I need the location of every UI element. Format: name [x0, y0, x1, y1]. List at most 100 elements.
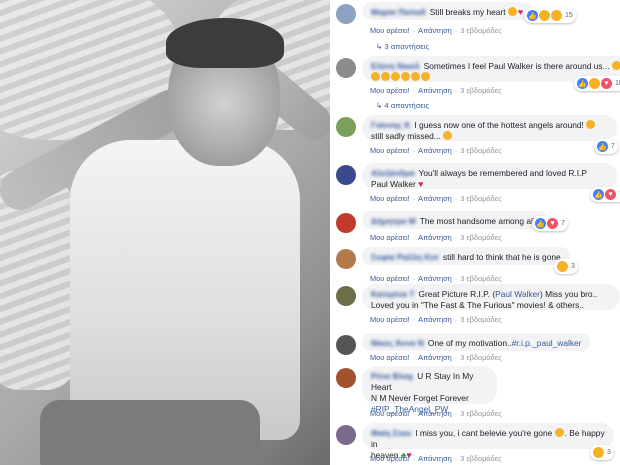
reactions-badge[interactable]: 👍♥7	[532, 216, 568, 231]
reply-link[interactable]: Απάντηση	[418, 86, 452, 95]
like-link[interactable]: Μου αρέσει!	[370, 315, 410, 324]
comment-bubble: Μαρία Παπαδ Still breaks my heart ♥	[362, 2, 533, 20]
comment-author[interactable]: Σοφία Ραλλη Κοτ	[371, 252, 439, 262]
comment-actions: Μου αρέσει! · Απάντηση · 3 εβδομάδες	[370, 454, 502, 463]
reactions-badge[interactable]: 3	[590, 445, 614, 460]
like-reaction-icon: 👍	[577, 78, 588, 89]
reply-link[interactable]: Απάντηση	[418, 454, 452, 463]
like-link[interactable]: Μου αρέσει!	[370, 146, 410, 155]
view-replies-link[interactable]: ↳ 3 απαντήσεις	[376, 42, 429, 51]
reaction-count: 3	[571, 263, 575, 270]
comment-time[interactable]: 3 εβδομάδες	[460, 409, 501, 418]
avatar[interactable]	[336, 165, 356, 185]
mention-link[interactable]: Paul Walker	[495, 289, 540, 299]
comment-text: The most handsome among all !	[419, 216, 540, 226]
comment-author[interactable]: Νίκος Άννα Ν	[371, 338, 424, 348]
comment-bubble: Φαίη Σταυ I miss you, i cant belevie you'…	[362, 423, 614, 460]
comment-text: I guess now one of the hottest angels ar…	[414, 120, 584, 130]
avatar[interactable]	[336, 249, 356, 269]
reply-link[interactable]: Απάντηση	[418, 146, 452, 155]
comments-panel: Μαρία Παπαδ Still breaks my heart ♥ 👍 15 …	[330, 0, 620, 465]
heart-emoji-icon: ♥	[418, 179, 424, 189]
post-photo[interactable]	[0, 0, 330, 465]
avatar[interactable]	[336, 335, 356, 355]
like-link[interactable]: Μου αρέσει!	[370, 353, 410, 362]
comment-author[interactable]: Γιάννης Κ	[371, 120, 410, 130]
comment-text-line2: still sadly missed...	[371, 131, 441, 141]
white-tshirt	[70, 140, 300, 440]
reactions-badge[interactable]: 👍 15	[524, 8, 576, 23]
comment-time[interactable]: 3 εβδομάδες	[460, 353, 501, 362]
comment-author[interactable]: Δήμητρα Μ	[371, 216, 416, 226]
reaction-count: 3	[607, 449, 611, 456]
reply-link[interactable]: Απάντηση	[418, 315, 452, 324]
comment-bubble: Δήμητρα Μ The most handsome among all !	[362, 211, 549, 229]
reply-link[interactable]: Απάντηση	[418, 353, 452, 362]
reply-link[interactable]: Απάντηση	[418, 26, 452, 35]
sad-reaction-icon	[557, 261, 568, 272]
avatar[interactable]	[336, 368, 356, 388]
comment-author[interactable]: Μαρία Παπαδ	[371, 7, 426, 17]
comment-text: You'll always be remembered and loved R.…	[418, 168, 587, 178]
reactions-badge[interactable]: 3	[554, 259, 578, 274]
love-reaction-icon: ♥	[601, 78, 612, 89]
like-link[interactable]: Μου αρέσει!	[370, 409, 410, 418]
view-replies-link[interactable]: ↳ 4 απαντήσεις	[376, 101, 429, 110]
reply-link[interactable]: Απάντηση	[418, 194, 452, 203]
hashtag-link[interactable]: #r.i.p._paul_walker	[512, 338, 582, 348]
sad-emoji-icon	[507, 7, 517, 16]
comment-text-suffix: ) Miss you bro..	[539, 289, 598, 299]
reaction-count: 7	[561, 220, 565, 227]
avatar[interactable]	[336, 117, 356, 137]
haha-reaction-icon	[551, 10, 562, 21]
comment-bubble: Ρένα Βλαχ U R Stay In My Heart N M Never …	[362, 366, 497, 414]
comment-author[interactable]: Αλεξάνδρα	[371, 168, 415, 178]
comment-bubble: Σοφία Ραλλη Κοτ still hard to think that …	[362, 247, 570, 265]
comment-author[interactable]: Κατερίνα Τ	[371, 289, 414, 299]
comment-time[interactable]: 3 εβδομάδες	[460, 194, 501, 203]
reactions-badge[interactable]: 👍 ♥ 18	[574, 76, 620, 91]
comment-text-line2: Loved you in "The Fast & The Furious" mo…	[371, 300, 584, 310]
comment-time[interactable]: 3 εβδομάδες	[460, 26, 501, 35]
reply-link[interactable]: Απάντηση	[418, 409, 452, 418]
avatar[interactable]	[336, 58, 356, 78]
reply-link[interactable]: Απάντηση	[418, 274, 452, 283]
reply-link[interactable]: Απάντηση	[418, 233, 452, 242]
comment-text: One of my motivation..	[427, 338, 512, 348]
love-reaction-icon: ♥	[547, 218, 558, 229]
comment-time[interactable]: 3 εβδομάδες	[460, 233, 501, 242]
like-link[interactable]: Μου αρέσει!	[370, 26, 410, 35]
like-link[interactable]: Μου αρέσει!	[370, 274, 410, 283]
heart-emoji-icon: ♥	[517, 7, 524, 17]
sad-reaction-icon	[539, 10, 550, 21]
like-link[interactable]: Μου αρέσει!	[370, 86, 410, 95]
like-reaction-icon: 👍	[535, 218, 546, 229]
post-page: Μαρία Παπαδ Still breaks my heart ♥ 👍 15 …	[0, 0, 620, 465]
comment-time[interactable]: 3 εβδομάδες	[460, 146, 501, 155]
comment-bubble: Γιάννης Κ I guess now one of the hottest …	[362, 115, 617, 141]
avatar[interactable]	[336, 286, 356, 306]
avatar[interactable]	[336, 425, 356, 445]
comment-text-line2: N M Never Forget Forever	[371, 393, 469, 403]
comment-time[interactable]: 3 εβδομάδες	[460, 86, 501, 95]
comment-actions: Μου αρέσει! · Απάντηση · 3 εβδομάδες	[370, 146, 502, 155]
comment-actions: Μου αρέσει! · Απάντηση · 3 εβδομάδες	[370, 274, 502, 283]
reactions-badge[interactable]: 👍♥7	[590, 187, 620, 202]
comment-time[interactable]: 3 εβδομάδες	[460, 274, 501, 283]
comment-author[interactable]: Ρένα Βλαχ	[371, 371, 413, 381]
avatar[interactable]	[336, 4, 356, 24]
comment-author[interactable]: Ελένη Νικολ	[371, 61, 420, 71]
reactions-badge[interactable]: 👍 7	[594, 139, 618, 154]
comment-time[interactable]: 3 εβδομάδες	[460, 454, 501, 463]
like-link[interactable]: Μου αρέσει!	[370, 233, 410, 242]
sad-reaction-icon	[589, 78, 600, 89]
love-reaction-icon: ♥	[605, 189, 616, 200]
comment-author[interactable]: Φαίη Σταυ	[371, 428, 411, 438]
like-link[interactable]: Μου αρέσει!	[370, 454, 410, 463]
comment-time[interactable]: 3 εβδομάδες	[460, 315, 501, 324]
like-link[interactable]: Μου αρέσει!	[370, 194, 410, 203]
comment-text: Still breaks my heart	[429, 7, 506, 17]
replies-count: 3 απαντήσεις	[384, 42, 430, 51]
reaction-count: 18	[615, 80, 620, 87]
avatar[interactable]	[336, 213, 356, 233]
